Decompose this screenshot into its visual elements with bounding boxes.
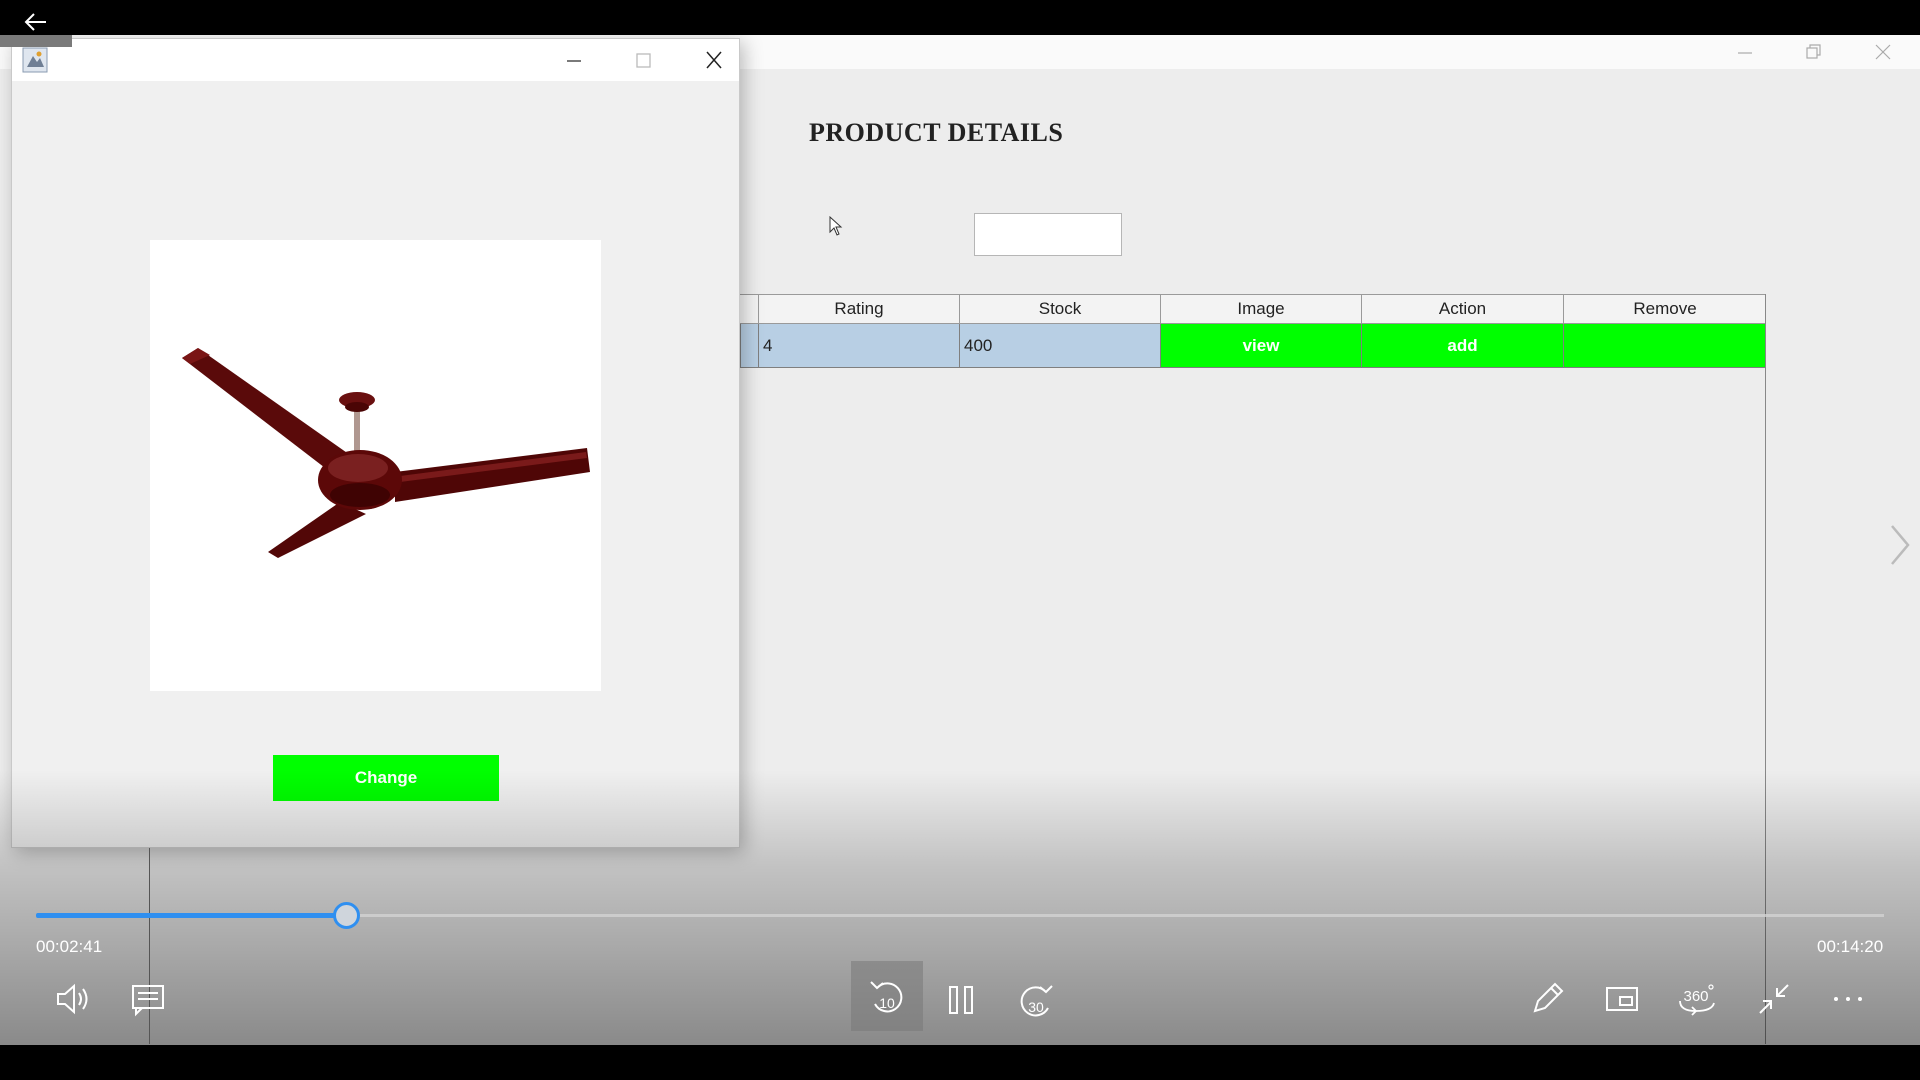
mouse-cursor-icon <box>829 215 845 243</box>
mini-view-icon[interactable] <box>1600 978 1644 1020</box>
rewind-seconds-label: 10 <box>879 995 895 1011</box>
restore-icon[interactable] <box>1798 41 1828 63</box>
pen-icon[interactable] <box>1525 978 1569 1020</box>
ceiling-fan-image <box>182 348 590 558</box>
player-bottom-bar <box>0 1045 1920 1080</box>
view-image-button[interactable]: view <box>1160 324 1361 368</box>
subtitles-icon[interactable] <box>128 980 170 1018</box>
exit-fullscreen-icon[interactable] <box>1752 978 1796 1020</box>
column-header-stock[interactable]: Stock <box>959 295 1160 323</box>
forward-30-button[interactable]: 30 <box>1012 975 1060 1025</box>
360-view-icon[interactable]: 360 <box>1674 976 1722 1022</box>
close-icon[interactable] <box>1868 41 1898 63</box>
product-table: Rating Stock Image Action Remove 4 400 v… <box>740 294 1766 368</box>
back-arrow-icon[interactable] <box>22 10 50 34</box>
rewind-icon: 10 <box>870 981 903 1013</box>
elapsed-time: 00:02:41 <box>36 937 103 956</box>
column-header-rating[interactable]: Rating <box>758 295 959 323</box>
seek-bar-progress <box>36 913 347 918</box>
chevron-right-icon[interactable] <box>1884 520 1914 570</box>
360-label: 360 <box>1683 988 1708 1005</box>
maximize-icon[interactable] <box>626 49 662 71</box>
more-options-icon[interactable] <box>1826 978 1870 1020</box>
page-title: PRODUCT DETAILS <box>809 118 1064 147</box>
column-header-remove[interactable]: Remove <box>1563 295 1766 323</box>
product-image <box>150 240 601 691</box>
add-button[interactable]: add <box>1361 324 1563 368</box>
close-icon[interactable] <box>696 49 732 71</box>
rating-cell[interactable]: 4 <box>758 324 959 368</box>
minimize-icon[interactable] <box>1730 41 1760 63</box>
pause-button[interactable] <box>938 975 984 1025</box>
volume-icon[interactable] <box>52 980 94 1018</box>
player-top-bar <box>0 0 1920 35</box>
search-input[interactable] <box>974 213 1122 256</box>
pause-icon <box>949 986 973 1014</box>
dialog-titlebar <box>12 39 739 81</box>
image-preview-dialog: Change <box>11 38 740 848</box>
table-cell[interactable] <box>740 324 758 368</box>
total-time: 00:14:20 <box>1817 937 1884 956</box>
table-row[interactable]: 4 400 view add <box>740 324 1766 368</box>
stock-cell[interactable]: 400 <box>959 324 1160 368</box>
forward-seconds-label: 30 <box>1028 999 1044 1015</box>
remove-button[interactable] <box>1563 324 1766 368</box>
rewind-10-button[interactable]: 10 <box>851 961 923 1031</box>
table-header: Rating Stock Image Action Remove <box>740 294 1766 324</box>
column-header-action[interactable]: Action <box>1361 295 1563 323</box>
java-app-icon <box>22 47 48 73</box>
fast-forward-icon: 30 <box>1020 985 1053 1017</box>
loading-indicator <box>0 35 72 47</box>
column-header-image[interactable]: Image <box>1160 295 1361 323</box>
minimize-icon[interactable] <box>556 49 592 71</box>
video-player: PRODUCT DETAILS Rating Stock Image Actio… <box>0 0 1920 1080</box>
